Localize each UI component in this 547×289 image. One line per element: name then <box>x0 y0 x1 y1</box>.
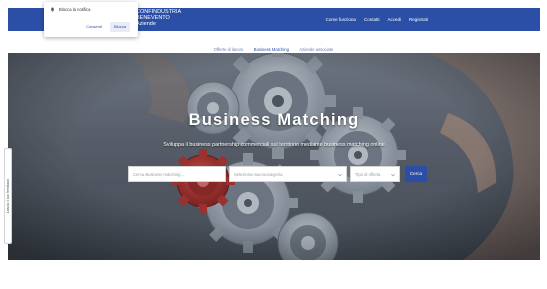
feedback-tab[interactable]: Lascia il tuo feedback <box>4 148 12 244</box>
tab-job-offers[interactable]: Offerte di lavoro <box>214 47 244 52</box>
hero-title: Business Matching <box>188 111 360 129</box>
brand-logo[interactable]: CONFINDUSTRIA BENEVENTO Aziende <box>136 9 181 27</box>
search-query-field[interactable] <box>128 166 226 182</box>
bell-icon <box>50 7 55 12</box>
category-select[interactable]: Seleziona macrocategoria <box>229 166 347 182</box>
nav-how-it-works[interactable]: Come funziona <box>326 17 356 22</box>
feedback-tab-label: Lascia il tuo feedback <box>6 178 10 214</box>
chevron-down-icon <box>391 173 395 177</box>
hero-subtitle: Sviluppa il business partnership commerc… <box>163 142 385 148</box>
search-button[interactable]: Cerca <box>405 166 427 182</box>
allow-button[interactable]: Consenti <box>84 22 104 32</box>
chevron-down-icon <box>338 173 342 177</box>
popup-message: Blocca la notifica <box>59 7 91 12</box>
search-input[interactable] <box>133 167 225 181</box>
nav-register[interactable]: Registrati <box>409 17 428 22</box>
brand-line-3: Aziende <box>136 21 156 27</box>
category-select-value: Seleziona macrocategoria <box>234 172 283 177</box>
offer-type-select[interactable]: Tipo di offerta <box>350 166 400 182</box>
tab-associated-companies[interactable]: Aziende associate <box>299 47 333 52</box>
offer-type-select-value: Tipo di offerta <box>355 172 381 177</box>
main-nav: Come funziona Contatti Accedi Registrati <box>326 17 428 22</box>
nav-login[interactable]: Accedi <box>387 17 401 22</box>
hero-banner: Business Matching Sviluppa il business p… <box>8 53 540 260</box>
section-tabs: Offerte di lavoro Business Matching Azie… <box>0 38 547 52</box>
nav-contacts[interactable]: Contatti <box>364 17 380 22</box>
block-button[interactable]: Blocca <box>110 22 130 32</box>
gears-illustration <box>8 53 540 260</box>
notification-popup: Blocca la notifica Consenti Blocca <box>44 2 138 37</box>
tab-business-matching[interactable]: Business Matching <box>254 47 289 52</box>
